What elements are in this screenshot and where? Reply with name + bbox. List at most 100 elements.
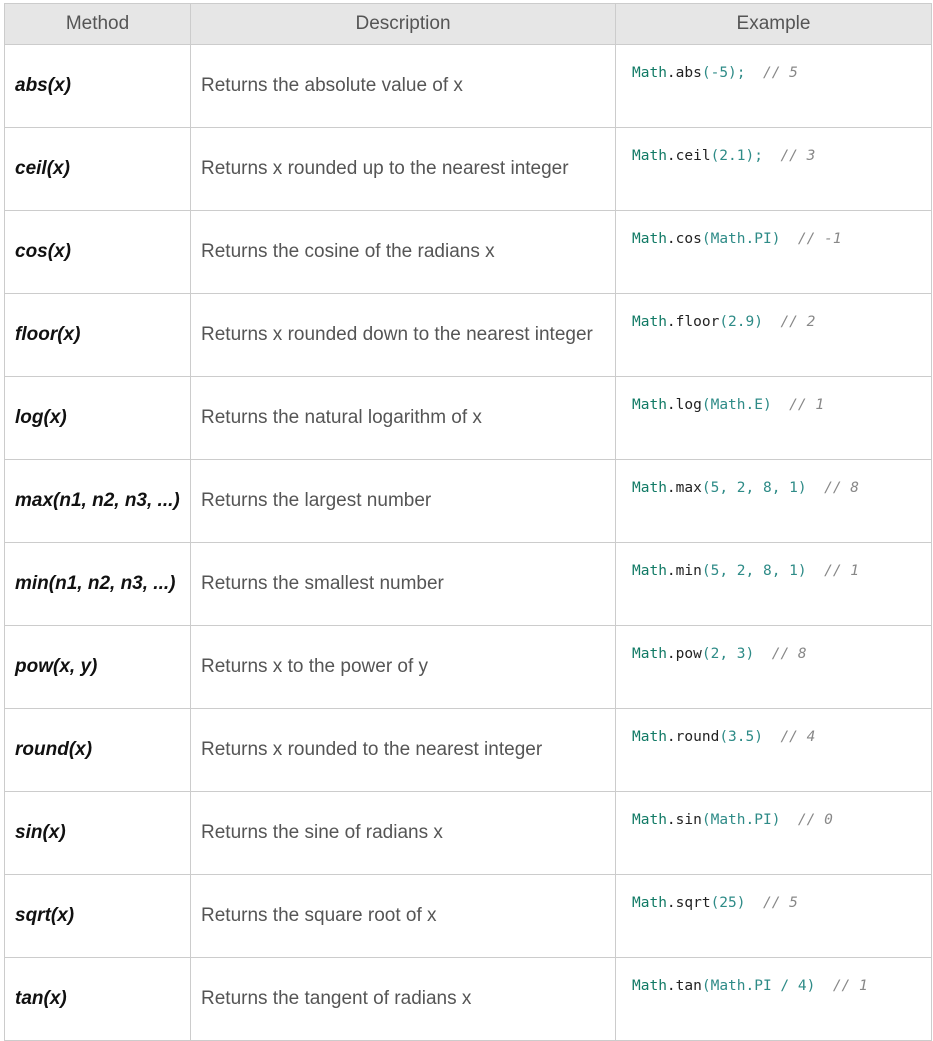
math-methods-table-container: Method Description Example abs(x) Returns… [4,3,932,1041]
table-row: min(n1, n2, n3, ...) Returns the smallest… [4,542,932,626]
code-function: sqrt [675,895,711,911]
table-header-row: Method Description Example [4,3,932,45]
table-row: max(n1, n2, n3, ...) Returns the largest … [4,459,932,543]
code-function: min [675,563,702,579]
code-object: Math [632,812,667,828]
code-function: abs [675,65,702,81]
code-comment: // 5 [762,65,798,81]
code-comment: // 1 [832,978,868,994]
example-code: Math.min(5, 2, 8, 1) // 1 [632,563,859,579]
code-function: round [675,729,720,745]
code-object: Math [632,231,667,247]
header-description: Description [190,3,616,45]
example-cell: Math.floor(2.9) // 2 [615,293,932,377]
method-cell: sqrt(x) [4,874,191,958]
code-function: tan [675,978,702,994]
table-row: sqrt(x) Returns the square root of x Math.… [4,874,932,958]
code-arguments: (5, 2, 8, 1) [701,563,807,579]
method-cell: ceil(x) [4,127,191,211]
code-arguments: (Math.PI / 4) [701,978,816,994]
description-cell: Returns x to the power of y [190,625,616,709]
example-cell: Math.max(5, 2, 8, 1) // 8 [615,459,932,543]
example-code: Math.pow(2, 3) // 8 [632,646,807,662]
example-code: Math.sqrt(25) // 5 [632,895,798,911]
code-function: max [675,480,702,496]
example-cell: Math.min(5, 2, 8, 1) // 1 [615,542,932,626]
code-dot: . [666,895,676,911]
code-comment: // 1 [789,397,825,413]
code-dot: . [666,563,676,579]
description-cell: Returns the square root of x [190,874,616,958]
table-row: sin(x) Returns the sine of radians x Math.… [4,791,932,875]
code-object: Math [632,148,667,164]
code-arguments: (2.9) [719,314,763,330]
code-arguments: (25) [710,895,746,911]
method-cell: floor(x) [4,293,191,377]
code-comment: // 8 [771,646,807,662]
code-arguments: (Math.PI) [701,812,781,828]
example-code: Math.max(5, 2, 8, 1) // 8 [632,480,859,496]
description-cell: Returns the smallest number [190,542,616,626]
code-dot: . [666,397,676,413]
code-dot: . [666,729,676,745]
code-dot: . [666,978,676,994]
table-row: abs(x) Returns the absolute value of x Mat… [4,44,932,128]
method-cell: sin(x) [4,791,191,875]
math-methods-table: Method Description Example abs(x) Returns… [4,3,932,1041]
table-body: abs(x) Returns the absolute value of x Mat… [4,44,932,1041]
code-function: ceil [675,148,711,164]
code-dot: . [666,480,676,496]
example-cell: Math.log(Math.E) // 1 [615,376,932,460]
method-cell: log(x) [4,376,191,460]
code-object: Math [632,646,667,662]
example-cell: Math.ceil(2.1); // 3 [615,127,932,211]
code-comment: // 2 [780,314,816,330]
code-object: Math [632,480,667,496]
example-code: Math.sin(Math.PI) // 0 [632,812,833,828]
code-arguments: (-5); [701,65,746,81]
code-comment: // 1 [824,563,860,579]
code-object: Math [632,397,667,413]
header-example: Example [615,3,932,45]
example-code: Math.ceil(2.1); // 3 [632,148,815,164]
method-cell: min(n1, n2, n3, ...) [4,542,191,626]
description-cell: Returns x rounded to the nearest integer [190,708,616,792]
description-cell: Returns the natural logarithm of x [190,376,616,460]
code-arguments: (2.1); [710,148,763,164]
description-cell: Returns the tangent of radians x [190,957,616,1041]
example-cell: Math.sin(Math.PI) // 0 [615,791,932,875]
example-cell: Math.round(3.5) // 4 [615,708,932,792]
code-arguments: (Math.PI) [701,231,781,247]
table-row: cos(x) Returns the cosine of the radians … [4,210,932,294]
table-row: tan(x) Returns the tangent of radians x Ma… [4,957,932,1041]
code-arguments: (Math.E) [701,397,772,413]
description-cell: Returns the cosine of the radians x [190,210,616,294]
code-comment: // 5 [762,895,798,911]
example-code: Math.log(Math.E) // 1 [632,397,824,413]
method-cell: round(x) [4,708,191,792]
code-dot: . [666,148,676,164]
header-method: Method [4,3,191,45]
code-comment: // 4 [780,729,816,745]
code-comment: // 3 [780,148,816,164]
method-cell: pow(x, y) [4,625,191,709]
example-code: Math.cos(Math.PI) // -1 [632,231,842,247]
code-dot: . [666,314,676,330]
code-dot: . [666,65,676,81]
code-object: Math [632,729,667,745]
code-comment: // -1 [797,231,842,247]
code-object: Math [632,65,667,81]
code-function: cos [675,231,702,247]
code-dot: . [666,646,676,662]
table-row: round(x) Returns x rounded to the nearest… [4,708,932,792]
example-code: Math.floor(2.9) // 2 [632,314,815,330]
example-cell: Math.tan(Math.PI / 4) // 1 [615,957,932,1041]
code-object: Math [632,978,667,994]
code-dot: . [666,812,676,828]
example-cell: Math.sqrt(25) // 5 [615,874,932,958]
table-row: ceil(x) Returns x rounded up to the neare… [4,127,932,211]
code-comment: // 8 [824,480,860,496]
description-cell: Returns the absolute value of x [190,44,616,128]
description-cell: Returns x rounded up to the nearest inte… [190,127,616,211]
code-arguments: (2, 3) [701,646,755,662]
